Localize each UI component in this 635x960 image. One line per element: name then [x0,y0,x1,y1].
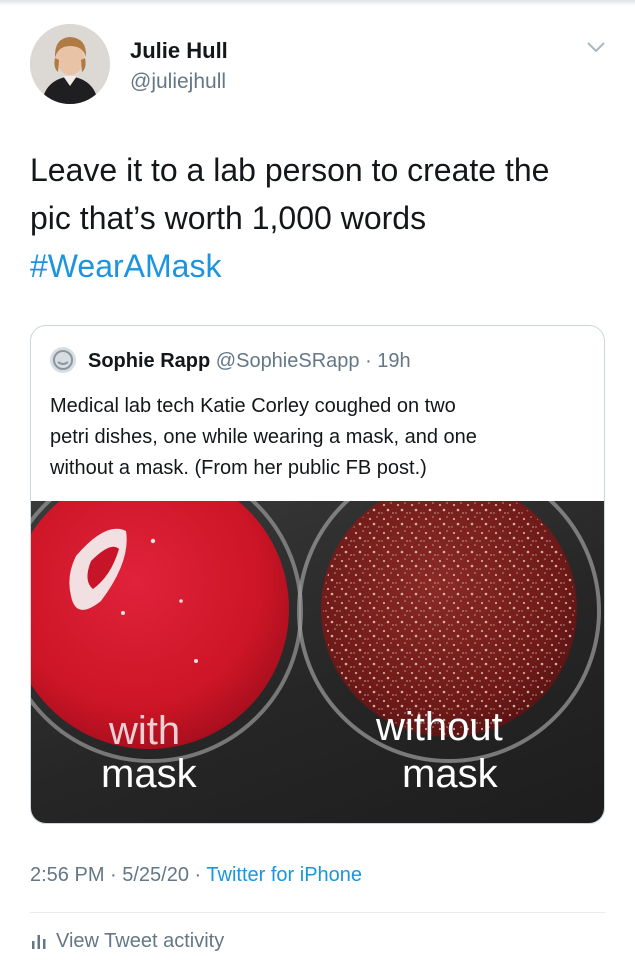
photo-label-without: without [376,705,503,749]
tweet-text: Leave it to a lab person to create the p… [30,146,610,290]
quoted-header: Sophie Rapp @SophieSRapp · 19h [88,350,411,373]
author-avatar[interactable] [30,24,110,104]
tweet-text-line: Leave it to a lab person to create the [30,152,550,188]
quoted-text-line: Medical lab tech Katie Corley coughed on… [50,395,456,417]
author-name[interactable]: Julie Hull [130,38,228,64]
author-handle[interactable]: @juliejhull [130,70,226,94]
timestamp-text[interactable]: 2:56 PM · 5/25/20 · [30,864,206,886]
quoted-text: Medical lab tech Katie Corley coughed on… [50,391,590,484]
bar-chart-icon [32,935,46,949]
divider [30,912,605,913]
quoted-text-line: petri dishes, one while wearing a mask, … [50,426,477,448]
photo-label-mask-left: mask [101,752,197,796]
quoted-author-handle[interactable]: @SophieSRapp [216,350,360,372]
chevron-down-icon[interactable] [585,40,607,54]
quoted-author-name[interactable]: Sophie Rapp [88,350,210,372]
photo-label-mask-right: mask [402,752,498,796]
source-link[interactable]: Twitter for iPhone [206,864,362,886]
petri-dish-photo[interactable]: with mask without mask [31,501,604,823]
quoted-time: · 19h [359,350,411,372]
tweet-timestamp: 2:56 PM · 5/25/20 · Twitter for iPhone [30,864,362,887]
quoted-author-avatar [50,347,76,373]
hashtag-link[interactable]: #WearAMask [30,242,610,290]
activity-label: View Tweet activity [56,930,225,952]
view-tweet-activity[interactable]: View Tweet activity [30,930,224,953]
photo-label-with: with [109,709,181,753]
tweet-text-line: pic that’s worth 1,000 words [30,200,427,236]
quoted-text-line: without a mask. (From her public FB post… [50,457,427,479]
quoted-tweet[interactable]: Sophie Rapp @SophieSRapp · 19h Medical l… [30,325,605,824]
top-divider [0,0,635,6]
